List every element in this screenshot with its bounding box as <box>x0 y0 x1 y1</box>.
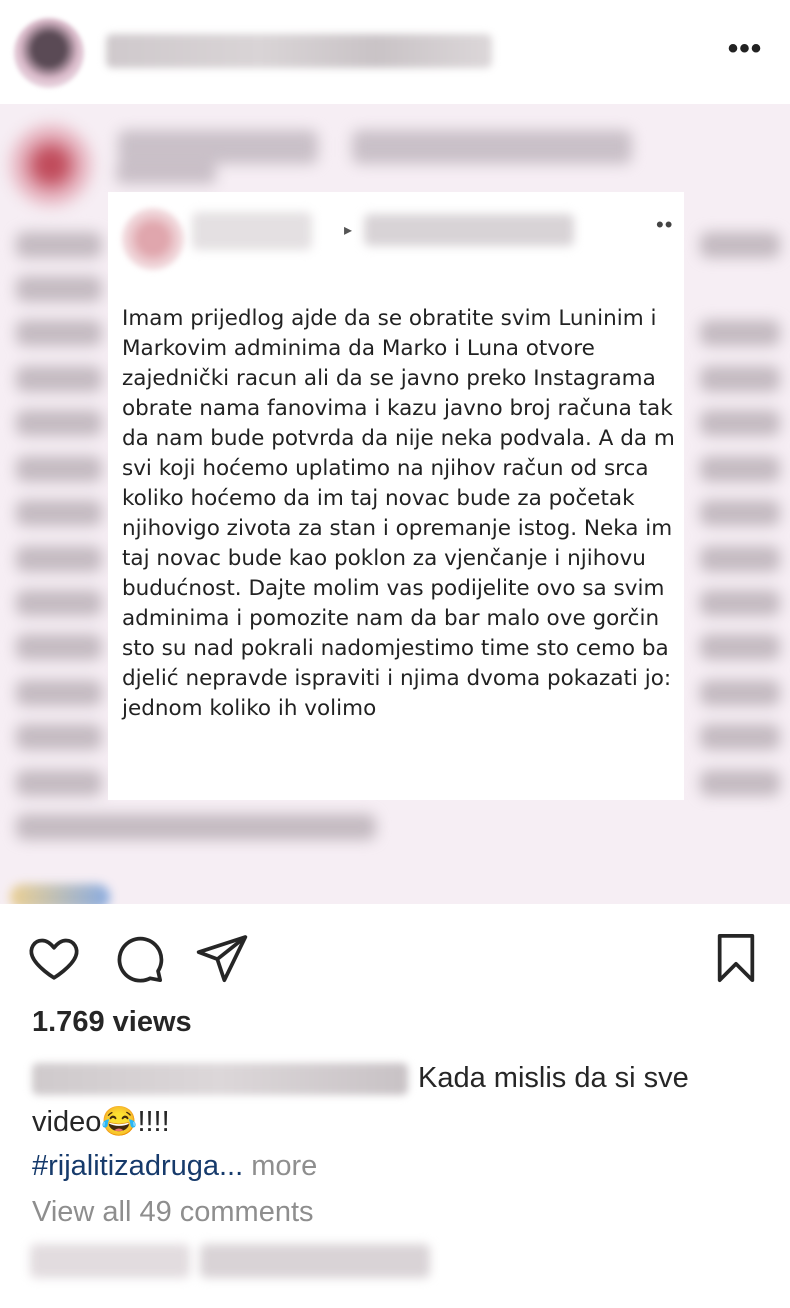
views-count[interactable]: 1.769 views <box>32 1006 192 1039</box>
comment-icon[interactable] <box>110 930 166 986</box>
send-icon[interactable] <box>194 930 250 986</box>
avatar[interactable] <box>14 18 84 88</box>
more-options-icon[interactable]: ••• <box>720 34 770 70</box>
bookmark-icon[interactable] <box>708 930 764 986</box>
shared-post-card: ▸ •• Imam prijedlog ajde da se obratite … <box>108 192 684 800</box>
more-link[interactable]: more <box>243 1150 317 1182</box>
post-caption: Kada mislis da si sve video😂!!!! #rijali… <box>32 1056 752 1188</box>
see-translation-blurred[interactable] <box>200 1244 430 1278</box>
arrow-right-icon: ▸ <box>344 222 353 239</box>
heart-icon[interactable] <box>26 930 82 986</box>
username-blurred[interactable] <box>106 34 492 68</box>
card-avatar <box>122 208 184 270</box>
hashtag-link[interactable]: #rijalitizadruga... <box>32 1150 243 1182</box>
view-all-comments-link[interactable]: View all 49 comments <box>32 1196 314 1229</box>
caption-exclaim: !!!! <box>137 1106 170 1138</box>
card-group-blurred <box>364 214 574 246</box>
post-image[interactable]: ▸ •• Imam prijedlog ajde da se obratite … <box>0 104 790 904</box>
post-header: ••• <box>0 0 790 104</box>
card-post-text: Imam prijedlog ajde da se obratite svim … <box>122 306 675 721</box>
card-more-icon: •• <box>656 212 674 237</box>
laughing-emoji-icon: 😂 <box>101 1106 138 1138</box>
caption-username-blurred[interactable] <box>32 1063 408 1096</box>
card-author-blurred <box>192 212 312 250</box>
timestamp-blurred <box>30 1244 190 1278</box>
reaction-icons-blurred <box>10 884 110 904</box>
action-bar <box>0 904 790 1004</box>
